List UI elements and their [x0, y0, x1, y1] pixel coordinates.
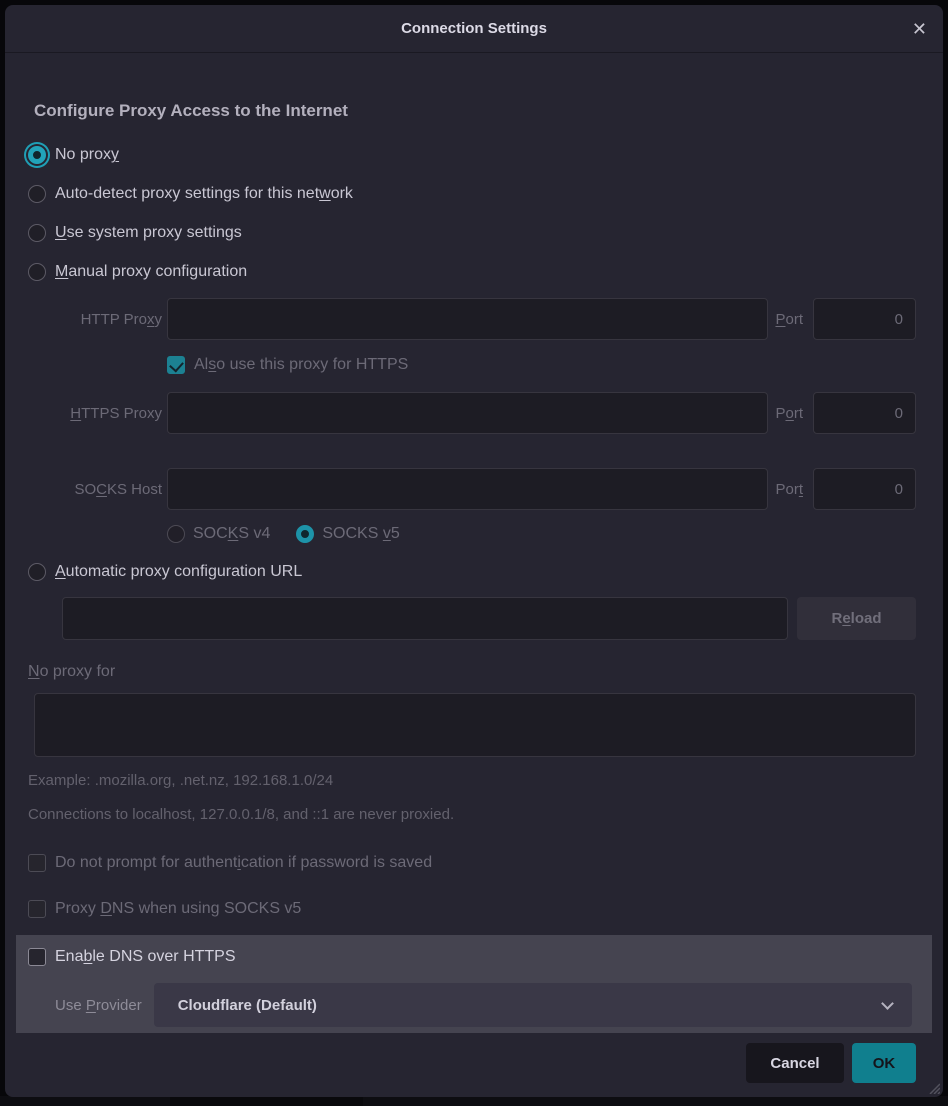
- provider-selected-value: Cloudflare (Default): [178, 997, 317, 1014]
- socks-host-input[interactable]: [167, 468, 768, 510]
- doh-provider-row: Use Provider Cloudflare (Default): [28, 983, 912, 1027]
- provider-label: Use Provider: [55, 997, 142, 1014]
- socks-host-label: SOCKS Host: [28, 481, 162, 498]
- radio-socks-v5[interactable]: [296, 525, 314, 543]
- doh-highlight-panel: Enable DNS over HTTPS Use Provider Cloud…: [16, 935, 932, 1033]
- https-port-input[interactable]: 0: [813, 392, 916, 434]
- radio-no-proxy-label: No proxy: [55, 146, 119, 164]
- reload-button-label: Reload: [831, 610, 881, 627]
- http-proxy-row: HTTP Proxy Port 0: [28, 298, 916, 340]
- radio-row-auto-url[interactable]: Automatic proxy configuration URL: [28, 559, 916, 585]
- cancel-button[interactable]: Cancel: [746, 1043, 844, 1083]
- radio-system-proxy-label: Use system proxy settings: [55, 224, 242, 242]
- radio-socks-v5-label: SOCKS v5: [322, 525, 399, 543]
- dialog-content: Configure Proxy Access to the Internet N…: [5, 99, 943, 1083]
- radio-manual-proxy[interactable]: [28, 263, 46, 281]
- no-proxy-for-label: No proxy for: [28, 662, 916, 682]
- close-icon: ✕: [912, 19, 927, 39]
- auto-url-row: Reload: [62, 597, 916, 640]
- page-behind-dialog: [0, 1096, 948, 1106]
- radio-socks-v4[interactable]: [167, 525, 185, 543]
- https-proxy-input[interactable]: [167, 392, 768, 434]
- no-prompt-label: Do not prompt for authentication if pass…: [55, 854, 432, 872]
- http-port-label: Port: [775, 311, 803, 328]
- also-https-label: Also use this proxy for HTTPS: [194, 356, 408, 374]
- provider-select[interactable]: Cloudflare (Default): [154, 983, 912, 1027]
- radio-row-socks-v5[interactable]: SOCKS v5: [296, 525, 399, 543]
- no-proxy-for-textarea[interactable]: [34, 693, 916, 757]
- radio-row-auto-detect[interactable]: Auto-detect proxy settings for this netw…: [28, 181, 916, 207]
- cancel-button-label: Cancel: [770, 1055, 819, 1072]
- close-button[interactable]: ✕: [912, 20, 927, 38]
- no-prompt-row[interactable]: Do not prompt for authentication if pass…: [28, 850, 916, 876]
- socks-port-input[interactable]: 0: [813, 468, 916, 510]
- socks-version-radiogroup: SOCKS v4 SOCKS v5: [167, 521, 916, 547]
- radio-no-proxy[interactable]: [28, 146, 46, 164]
- radio-row-manual-proxy[interactable]: Manual proxy configuration: [28, 259, 916, 285]
- ok-button[interactable]: OK: [852, 1043, 916, 1083]
- radio-auto-url[interactable]: [28, 563, 46, 581]
- connection-settings-dialog: Connection Settings ✕ Configure Proxy Ac…: [5, 5, 943, 1097]
- enable-doh-label: Enable DNS over HTTPS: [55, 948, 236, 966]
- radio-row-no-proxy[interactable]: No proxy: [28, 142, 916, 168]
- socks-port-label: Port: [775, 481, 803, 498]
- radio-auto-detect[interactable]: [28, 185, 46, 203]
- doh-row[interactable]: Enable DNS over HTTPS: [28, 944, 912, 970]
- radio-system-proxy[interactable]: [28, 224, 46, 242]
- example-text: Example: .mozilla.org, .net.nz, 192.168.…: [28, 771, 916, 791]
- https-port-label: Port: [775, 405, 803, 422]
- reload-button[interactable]: Reload: [797, 597, 916, 640]
- socks-host-row: SOCKS Host Port 0: [28, 468, 916, 510]
- dialog-footer: Cancel OK: [28, 1043, 916, 1083]
- radio-row-system-proxy[interactable]: Use system proxy settings: [28, 220, 916, 246]
- page-behind-dialog-segment: [170, 1096, 363, 1106]
- also-https-row[interactable]: Also use this proxy for HTTPS: [167, 352, 916, 378]
- dialog-titlebar: Connection Settings ✕: [5, 5, 943, 53]
- https-proxy-label: HTTPS Proxy: [28, 405, 162, 422]
- radio-row-socks-v4[interactable]: SOCKS v4: [167, 525, 270, 543]
- resize-grip[interactable]: [925, 1079, 940, 1094]
- proxy-dns-row[interactable]: Proxy DNS when using SOCKS v5: [28, 896, 916, 922]
- section-heading: Configure Proxy Access to the Internet: [34, 99, 916, 123]
- radio-auto-url-label: Automatic proxy configuration URL: [55, 563, 302, 581]
- radio-auto-detect-label: Auto-detect proxy settings for this netw…: [55, 185, 353, 203]
- checkbox-proxy-dns[interactable]: [28, 900, 46, 918]
- http-port-input[interactable]: 0: [813, 298, 916, 340]
- proxy-mode-radiogroup: No proxy Auto-detect proxy settings for …: [28, 142, 916, 285]
- auto-url-input[interactable]: [62, 597, 788, 640]
- http-proxy-input[interactable]: [167, 298, 768, 340]
- dialog-title: Connection Settings: [401, 20, 547, 37]
- http-proxy-label: HTTP Proxy: [28, 311, 162, 328]
- proxy-dns-label: Proxy DNS when using SOCKS v5: [55, 900, 301, 918]
- checkbox-enable-doh[interactable]: [28, 948, 46, 966]
- https-proxy-row: HTTPS Proxy Port 0: [28, 392, 916, 434]
- chevron-down-icon: [881, 997, 894, 1010]
- checkbox-also-https[interactable]: [167, 356, 185, 374]
- ok-button-label: OK: [873, 1055, 896, 1072]
- radio-manual-proxy-label: Manual proxy configuration: [55, 263, 247, 281]
- localhost-note: Connections to localhost, 127.0.0.1/8, a…: [28, 805, 916, 825]
- checkbox-no-prompt[interactable]: [28, 854, 46, 872]
- radio-socks-v4-label: SOCKS v4: [193, 525, 270, 543]
